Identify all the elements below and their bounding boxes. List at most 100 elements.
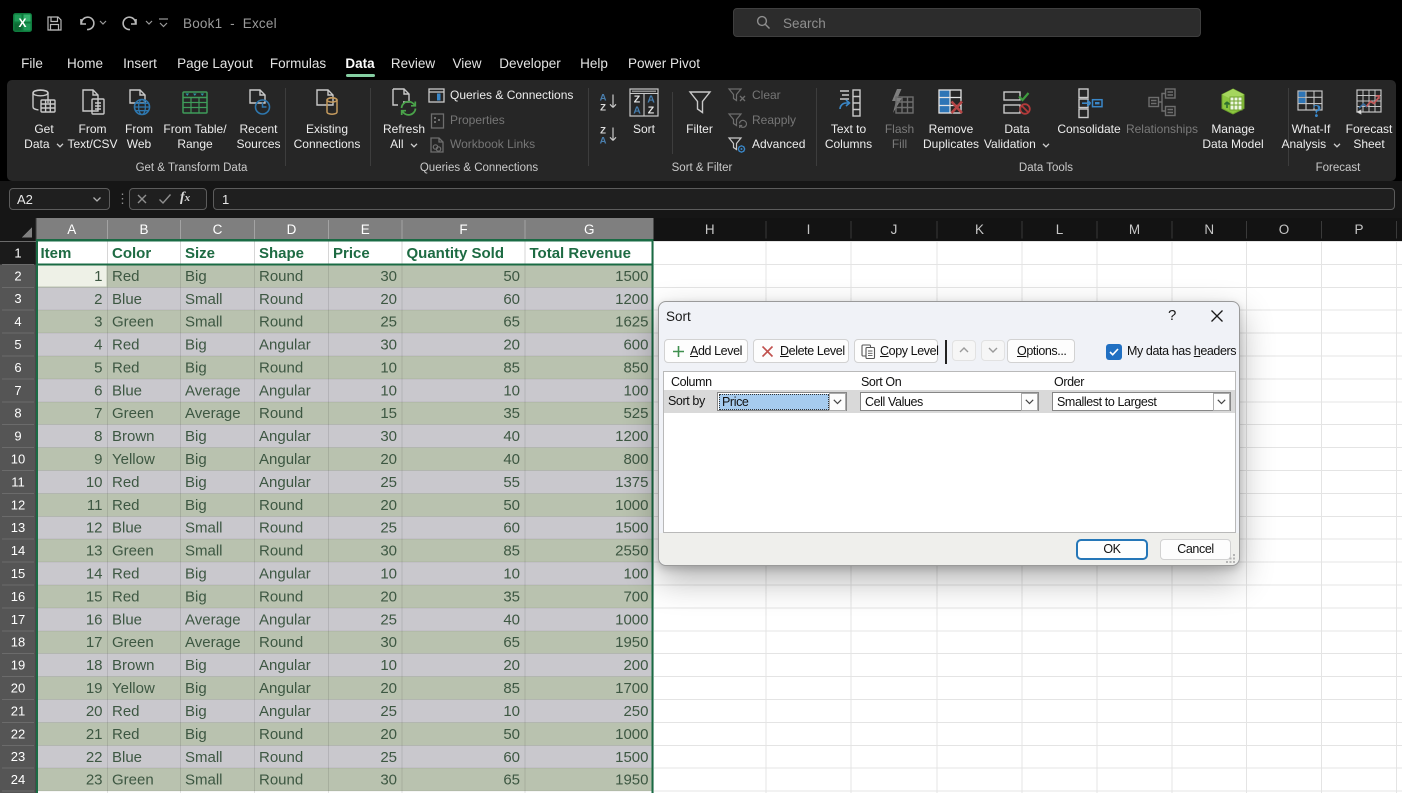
svg-text:Angular: Angular: [259, 566, 311, 583]
svg-text:18: 18: [86, 657, 103, 674]
svg-text:5: 5: [94, 359, 102, 376]
svg-text:7: 7: [94, 405, 102, 422]
svg-text:Yellow: Yellow: [112, 680, 155, 697]
svg-text:85: 85: [503, 543, 520, 560]
svg-text:Big: Big: [185, 268, 207, 285]
svg-text:Z: Z: [648, 105, 655, 117]
svg-text:Round: Round: [259, 634, 303, 651]
svg-text:25: 25: [380, 474, 397, 491]
svg-text:30: 30: [380, 772, 397, 789]
svg-text:Small: Small: [185, 749, 223, 766]
svg-text:Item: Item: [41, 245, 72, 262]
svg-text:Green: Green: [112, 772, 154, 789]
svg-text:50: 50: [503, 497, 520, 514]
svg-text:Angular: Angular: [259, 382, 311, 399]
svg-text:A: A: [600, 135, 607, 145]
svg-text:700: 700: [623, 588, 648, 605]
svg-text:Red: Red: [112, 268, 140, 285]
svg-text:E: E: [361, 222, 370, 237]
svg-text:P: P: [1354, 222, 1363, 237]
svg-text:Round: Round: [259, 726, 303, 743]
svg-text:Big: Big: [185, 566, 207, 583]
svg-text:25: 25: [380, 314, 397, 331]
svg-text:L: L: [1056, 222, 1064, 237]
svg-text:85: 85: [503, 359, 520, 376]
svg-text:11: 11: [87, 497, 103, 514]
svg-text:Round: Round: [259, 588, 303, 605]
svg-text:600: 600: [623, 337, 648, 354]
svg-text:10: 10: [11, 452, 25, 467]
svg-text:Big: Big: [185, 474, 207, 491]
svg-text:Red: Red: [112, 497, 140, 514]
svg-text:Red: Red: [112, 588, 140, 605]
svg-text:Big: Big: [185, 680, 207, 697]
svg-text:Angular: Angular: [259, 451, 311, 468]
svg-text:525: 525: [623, 405, 648, 422]
svg-text:Total Revenue: Total Revenue: [530, 245, 631, 262]
svg-text:Green: Green: [112, 314, 154, 331]
svg-text:Round: Round: [259, 359, 303, 376]
svg-text:D: D: [287, 222, 297, 237]
svg-text:I: I: [807, 222, 811, 237]
svg-text:A: A: [633, 105, 641, 117]
svg-text:Blue: Blue: [112, 382, 142, 399]
svg-text:1625: 1625: [615, 314, 648, 331]
svg-text:Round: Round: [259, 497, 303, 514]
svg-text:50: 50: [503, 268, 520, 285]
svg-text:Small: Small: [185, 520, 223, 537]
svg-text:Size: Size: [185, 245, 215, 262]
svg-text:N: N: [1204, 222, 1214, 237]
svg-text:Angular: Angular: [259, 680, 311, 697]
svg-text:Round: Round: [259, 268, 303, 285]
svg-text:1950: 1950: [615, 634, 648, 651]
svg-text:Red: Red: [112, 474, 140, 491]
svg-text:13: 13: [11, 520, 25, 535]
svg-text:Round: Round: [259, 520, 303, 537]
svg-text:50: 50: [503, 726, 520, 743]
svg-text:1950: 1950: [615, 772, 648, 789]
svg-text:Angular: Angular: [259, 337, 311, 354]
svg-text:65: 65: [503, 634, 520, 651]
svg-text:10: 10: [86, 474, 103, 491]
svg-text:20: 20: [503, 337, 520, 354]
svg-text:Average: Average: [185, 382, 241, 399]
svg-text:20: 20: [380, 588, 397, 605]
svg-text:40: 40: [503, 451, 520, 468]
svg-text:Round: Round: [259, 291, 303, 308]
svg-text:15: 15: [86, 588, 103, 605]
svg-text:60: 60: [503, 749, 520, 766]
svg-text:10: 10: [503, 566, 520, 583]
svg-text:20: 20: [380, 726, 397, 743]
svg-text:250: 250: [623, 703, 648, 720]
svg-text:Quantity Sold: Quantity Sold: [407, 245, 505, 262]
svg-text:10: 10: [380, 382, 397, 399]
svg-text:Blue: Blue: [112, 611, 142, 628]
svg-text:Average: Average: [185, 405, 241, 422]
svg-text:12: 12: [86, 520, 103, 537]
svg-text:Blue: Blue: [112, 749, 142, 766]
svg-text:6: 6: [94, 382, 102, 399]
svg-text:6: 6: [14, 360, 21, 375]
svg-text:11: 11: [11, 474, 25, 489]
svg-text:21: 21: [86, 726, 103, 743]
svg-text:Round: Round: [259, 543, 303, 560]
svg-text:J: J: [891, 222, 898, 237]
svg-text:Big: Big: [185, 359, 207, 376]
svg-text:1000: 1000: [615, 497, 648, 514]
svg-text:25: 25: [380, 703, 397, 720]
svg-text:O: O: [1279, 222, 1290, 237]
svg-text:15: 15: [380, 405, 397, 422]
svg-text:Average: Average: [185, 611, 241, 628]
svg-text:40: 40: [503, 428, 520, 445]
svg-text:1000: 1000: [615, 611, 648, 628]
svg-text:10: 10: [380, 359, 397, 376]
svg-text:1375: 1375: [615, 474, 648, 491]
svg-text:200: 200: [623, 657, 648, 674]
svg-text:1500: 1500: [615, 268, 648, 285]
svg-text:17: 17: [86, 634, 103, 651]
svg-text:Round: Round: [259, 314, 303, 331]
svg-text:13: 13: [86, 543, 103, 560]
svg-text:100: 100: [623, 566, 648, 583]
svg-text:24: 24: [11, 772, 25, 787]
svg-text:Angular: Angular: [259, 428, 311, 445]
